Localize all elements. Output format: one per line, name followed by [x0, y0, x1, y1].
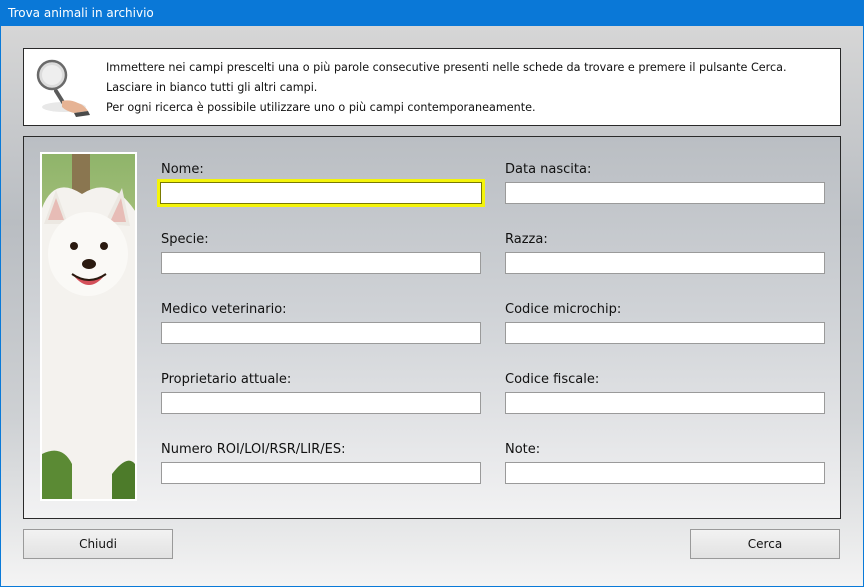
window-title: Trova animali in archivio [8, 6, 154, 20]
label-specie: Specie: [161, 232, 209, 247]
label-codice-fiscale: Codice fiscale: [505, 372, 600, 387]
instructions-box: Immettere nei campi prescelti una o più … [23, 48, 841, 126]
label-proprietario: Proprietario attuale: [161, 372, 292, 387]
codice-microchip-input[interactable] [505, 322, 825, 344]
magnifying-glass-icon [36, 59, 90, 117]
dialog-client-area: Immettere nei campi prescelti una o più … [1, 26, 863, 586]
label-medico-veterinario: Medico veterinario: [161, 302, 287, 317]
nome-input[interactable] [157, 179, 485, 207]
label-data-nascita: Data nascita: [505, 162, 592, 177]
numero-roi-input[interactable] [161, 462, 481, 484]
data-nascita-input[interactable] [505, 182, 825, 204]
razza-input[interactable] [505, 252, 825, 274]
label-codice-microchip: Codice microchip: [505, 302, 622, 317]
note-input[interactable] [505, 462, 825, 484]
label-note: Note: [505, 442, 541, 457]
label-nome: Nome: [161, 162, 204, 177]
close-button[interactable]: Chiudi [23, 529, 173, 559]
medico-veterinario-input[interactable] [161, 322, 481, 344]
dialog-window: Trova animali in archivio Immettere nei … [0, 0, 864, 587]
search-button[interactable]: Cerca [690, 529, 840, 559]
dog-photo [40, 152, 137, 501]
specie-input[interactable] [161, 252, 481, 274]
instruction-line-1: Immettere nei campi prescelti una o più … [106, 61, 787, 74]
proprietario-input[interactable] [161, 392, 481, 414]
label-numero-roi: Numero ROI/LOI/RSR/LIR/ES: [161, 442, 346, 457]
instruction-line-2: Lasciare in bianco tutti gli altri campi… [106, 81, 318, 94]
search-form-panel: Nome: Specie: Medico veterinario: Propri… [23, 136, 841, 519]
label-razza: Razza: [505, 232, 548, 247]
instructions-text: Immettere nei campi prescelti una o più … [106, 61, 787, 121]
codice-fiscale-input[interactable] [505, 392, 825, 414]
title-bar[interactable]: Trova animali in archivio [0, 0, 864, 26]
instruction-line-3: Per ogni ricerca è possibile utilizzare … [106, 101, 536, 114]
